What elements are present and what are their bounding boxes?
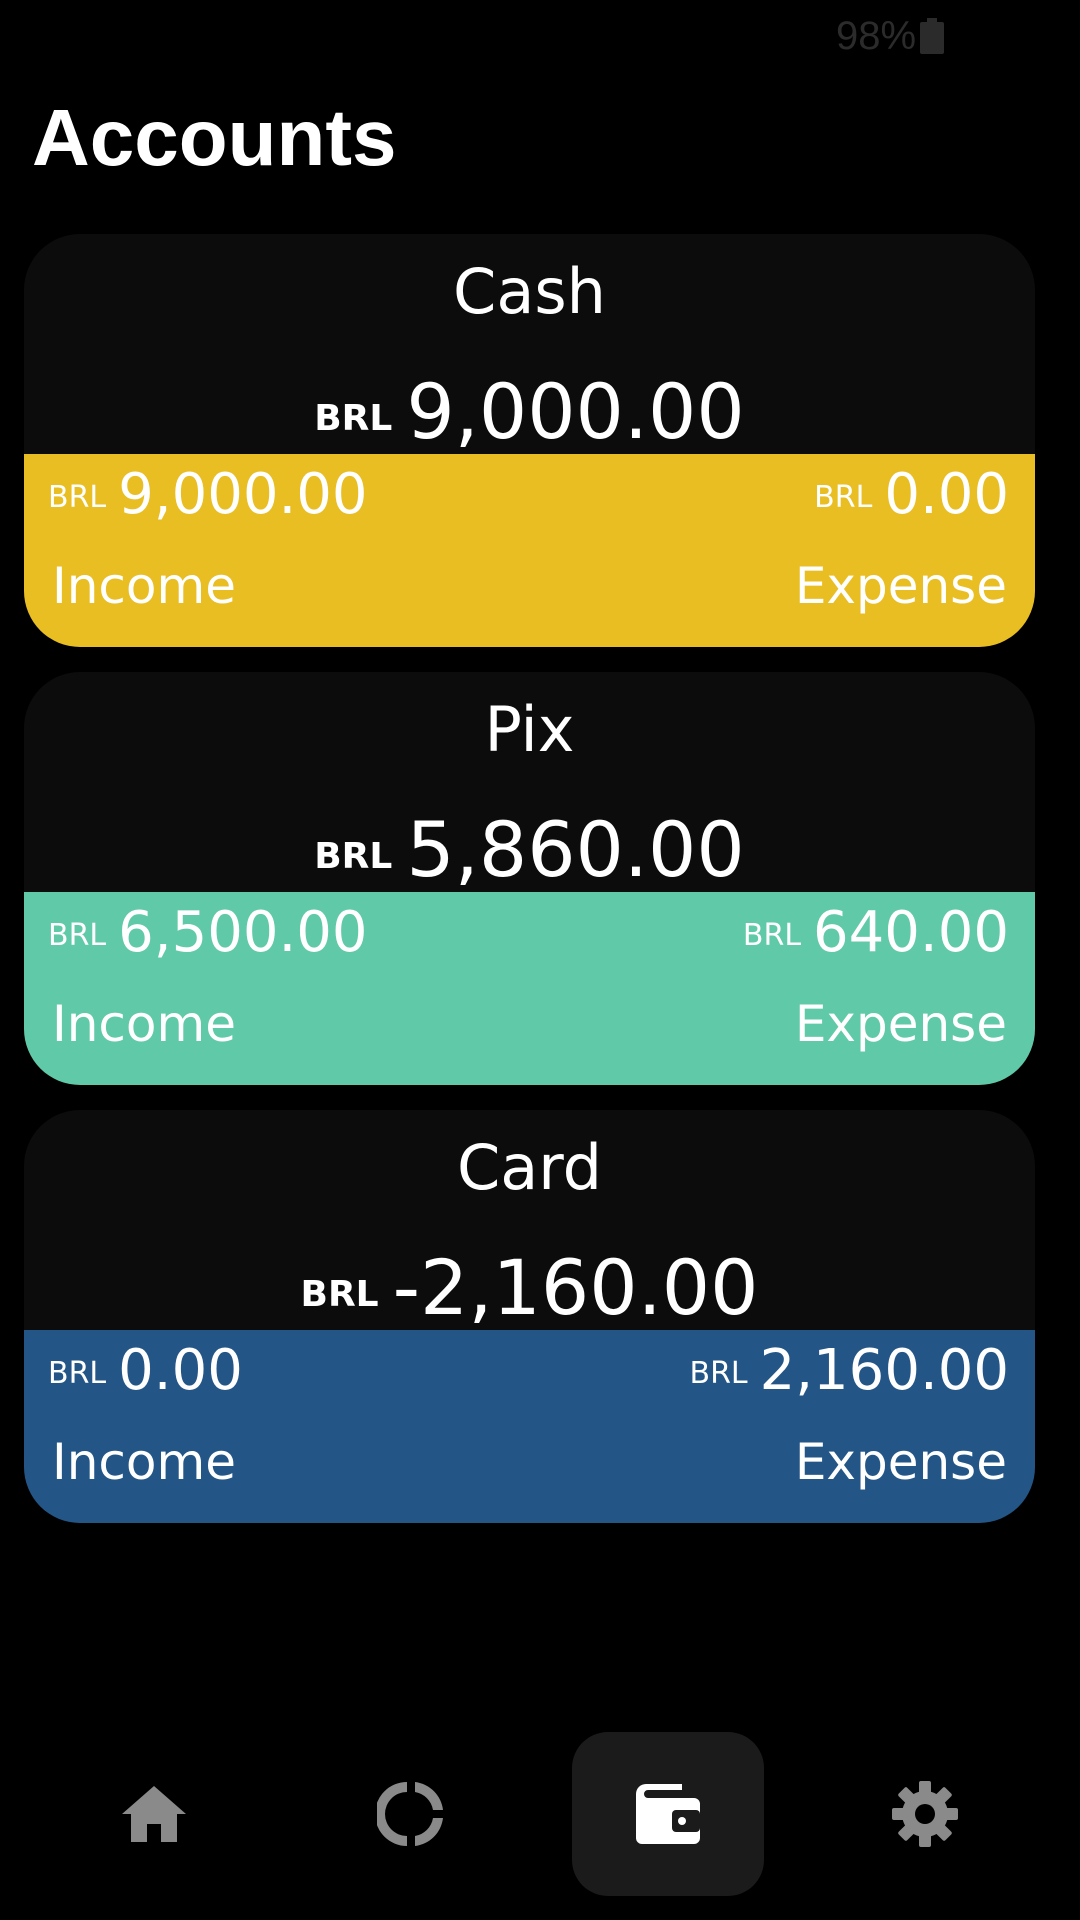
account-name: Card bbox=[456, 1131, 603, 1204]
account-card-cash[interactable]: Cash BRL 9,000.00 BRL 9,000.00 BRL 0.00 Inc… bbox=[24, 234, 1035, 647]
expense-label: Expense bbox=[794, 995, 1007, 1053]
expense-currency: BRL bbox=[814, 480, 873, 515]
income-amount: BRL 6,500.00 bbox=[48, 900, 368, 966]
income-value: 9,000.00 bbox=[118, 462, 368, 527]
income-currency: BRL bbox=[48, 1356, 107, 1391]
income-label: Income bbox=[52, 995, 236, 1053]
donut-chart-icon bbox=[377, 1782, 443, 1846]
expense-value: 0.00 bbox=[884, 462, 1009, 527]
battery-percentage: 98% bbox=[836, 14, 917, 58]
expense-value: 640.00 bbox=[813, 900, 1009, 965]
nav-settings[interactable] bbox=[829, 1732, 1021, 1896]
account-breakdown: BRL 0.00 BRL 2,160.00 Income Expense bbox=[24, 1330, 1035, 1523]
nav-statistics[interactable] bbox=[315, 1732, 507, 1896]
balance-value: 5,860.00 bbox=[406, 805, 745, 894]
balance-currency: BRL bbox=[314, 836, 393, 877]
expense-currency: BRL bbox=[742, 918, 802, 953]
expense-value: 2,160.00 bbox=[759, 1338, 1009, 1403]
battery-icon bbox=[920, 18, 944, 54]
account-summary: Cash BRL 9,000.00 bbox=[24, 234, 1035, 454]
home-icon bbox=[122, 1786, 186, 1842]
nav-accounts[interactable] bbox=[572, 1732, 764, 1896]
account-balance: BRL -2,160.00 bbox=[24, 1246, 1035, 1330]
bottom-navigation bbox=[0, 1720, 1080, 1920]
balance-value: 9,000.00 bbox=[406, 367, 745, 456]
income-label: Income bbox=[52, 557, 236, 615]
account-breakdown: BRL 6,500.00 BRL 640.00 Income Expense bbox=[24, 892, 1035, 1085]
expense-label: Expense bbox=[794, 1433, 1007, 1491]
income-amount: BRL 9,000.00 bbox=[48, 462, 368, 528]
account-name: Pix bbox=[484, 693, 575, 766]
account-summary: Pix BRL 5,860.00 bbox=[24, 672, 1035, 892]
wallet-icon bbox=[636, 1784, 700, 1844]
income-label: Income bbox=[52, 1433, 236, 1491]
account-name: Cash bbox=[453, 255, 606, 328]
account-card-card[interactable]: Card BRL -2,160.00 BRL 0.00 BRL 2,160.00 In… bbox=[24, 1110, 1035, 1523]
expense-amount: BRL 2,160.00 bbox=[689, 1338, 1009, 1404]
balance-currency: BRL bbox=[300, 1274, 379, 1315]
account-balance: BRL 9,000.00 bbox=[24, 370, 1035, 454]
balance-currency: BRL bbox=[314, 398, 393, 439]
balance-value: -2,160.00 bbox=[392, 1243, 759, 1332]
account-summary: Card BRL -2,160.00 bbox=[24, 1110, 1035, 1330]
income-value: 6,500.00 bbox=[118, 900, 368, 965]
expense-amount: BRL 640.00 bbox=[743, 900, 1009, 966]
status-bar: 98% bbox=[0, 0, 1080, 76]
expense-currency: BRL bbox=[689, 1356, 748, 1391]
income-currency: BRL bbox=[48, 480, 107, 515]
gear-icon bbox=[892, 1781, 958, 1847]
page-title: Accounts bbox=[32, 93, 397, 182]
account-balance: BRL 5,860.00 bbox=[24, 808, 1035, 892]
income-currency: BRL bbox=[48, 918, 107, 953]
expense-amount: BRL 0.00 bbox=[814, 462, 1009, 528]
account-card-pix[interactable]: Pix BRL 5,860.00 BRL 6,500.00 BRL 640.00 In… bbox=[24, 672, 1035, 1085]
account-breakdown: BRL 9,000.00 BRL 0.00 Income Expense bbox=[24, 454, 1035, 647]
income-amount: BRL 0.00 bbox=[48, 1338, 243, 1404]
nav-home[interactable] bbox=[58, 1732, 250, 1896]
income-value: 0.00 bbox=[118, 1338, 243, 1403]
expense-label: Expense bbox=[794, 557, 1007, 615]
